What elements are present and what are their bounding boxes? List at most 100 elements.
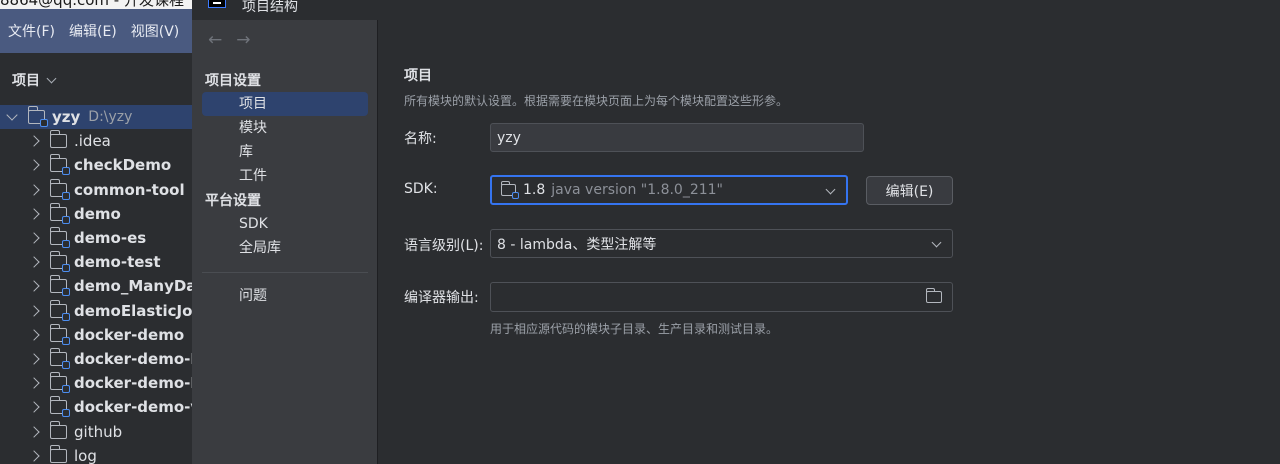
tree-row[interactable]: docker-demo [0, 323, 192, 347]
chevron-right-icon[interactable] [28, 232, 40, 244]
tree-row[interactable]: docker-demo-H [0, 371, 192, 395]
project-settings-panel: 项目 所有模块的默认设置。根据需要在模块页面上为每个模块配置这些形参。 名称: … [379, 20, 1280, 464]
tree-item-label: common-tool [74, 180, 185, 199]
compiler-output-input[interactable] [490, 282, 953, 312]
tree-row[interactable]: yzy D:\yzy [0, 105, 192, 130]
menu-view[interactable]: 视图(V) [131, 21, 180, 41]
chevron-right-icon[interactable] [28, 304, 40, 317]
chevron-right-icon[interactable] [28, 135, 40, 147]
chevron-right-icon[interactable] [28, 159, 40, 172]
tree-row[interactable]: demoElasticJob [0, 299, 192, 323]
language-level-dropdown[interactable]: 8 - lambda、类型注解等 [490, 229, 953, 258]
sidebar-item-problems[interactable]: 问题 [202, 284, 368, 308]
nav-arrows: ← → [208, 30, 251, 50]
menu-bar: 文件(F) 编辑(E) 视图(V) [0, 9, 192, 53]
tree-item-path: D:\yzy [88, 109, 133, 126]
tree-row[interactable]: demo_ManyData [0, 274, 192, 298]
group-platform-settings: 平台设置 [205, 193, 261, 209]
module-folder-icon [49, 323, 70, 345]
edit-sdk-button[interactable]: 编辑(E) [866, 176, 953, 205]
project-view-selector[interactable]: 项目 [12, 70, 57, 90]
chevron-down-icon[interactable] [6, 108, 18, 121]
tree-item-label: github [74, 422, 123, 441]
browse-folder-icon[interactable] [925, 288, 942, 303]
forward-arrow-icon[interactable]: → [236, 30, 250, 50]
sdk-detail: java version "1.8.0_211" [551, 182, 723, 198]
chevron-right-icon[interactable] [28, 280, 40, 293]
sidebar-item-global-libraries[interactable]: 全局库 [202, 236, 368, 260]
chevron-right-icon[interactable] [28, 450, 40, 462]
module-folder-icon [27, 106, 48, 128]
group-project-settings: 项目设置 [205, 73, 261, 89]
sidebar-item-sdk[interactable]: SDK [202, 212, 368, 236]
tree-item-label: demo_ManyData [74, 277, 192, 296]
tree-row[interactable]: demo-es [0, 226, 192, 250]
module-folder-icon [49, 227, 70, 249]
sdk-dropdown[interactable]: 1.8 java version "1.8.0_211" [490, 175, 848, 205]
tree-item-label: checkDemo [74, 156, 172, 175]
chevron-down-icon [931, 237, 942, 248]
tree-item-label: .idea [74, 132, 111, 151]
tree-row[interactable]: common-tool [0, 178, 192, 202]
module-folder-icon [49, 299, 70, 321]
module-folder-icon [49, 396, 70, 418]
chevron-right-icon[interactable] [28, 425, 40, 438]
module-folder-icon [49, 202, 70, 224]
project-name-value: yzy [497, 129, 521, 146]
menu-file[interactable]: 文件(F) [8, 21, 55, 41]
tree-row[interactable]: demo [0, 202, 192, 226]
chevron-right-icon[interactable] [28, 377, 40, 389]
tree-row[interactable]: log [0, 444, 192, 464]
panel-description: 所有模块的默认设置。根据需要在模块页面上为每个模块配置这些形参。 [404, 94, 789, 108]
language-level-value: 8 - lambda、类型注解等 [497, 236, 657, 253]
chevron-right-icon[interactable] [28, 208, 40, 220]
name-label: 名称: [404, 131, 437, 147]
chevron-right-icon[interactable] [28, 256, 40, 268]
tree-item-label: yzy [52, 108, 81, 127]
tree-row[interactable]: docker-demo-H [0, 347, 192, 371]
menu-edit[interactable]: 编辑(E) [69, 21, 117, 41]
window-title-fragment: 8864@qq.com - 开发课程 [0, 0, 192, 9]
chevron-right-icon[interactable] [28, 329, 40, 341]
back-arrow-icon[interactable]: ← [208, 30, 222, 50]
sidebar-item-libraries[interactable]: 库 [202, 140, 368, 164]
tree-item-label: log [74, 446, 97, 464]
language-level-label: 语言级别(L): [404, 238, 484, 254]
project-tree: yzy D:\yzy .idea checkDemo common-tool demo de… [0, 105, 192, 464]
folder-icon [49, 130, 67, 149]
sidebar-item-artifacts[interactable]: 工件 [202, 164, 368, 188]
tree-item-label: demo [74, 204, 121, 223]
chevron-right-icon[interactable] [28, 353, 40, 365]
tree-item-label: docker-demo-v2 [74, 398, 192, 417]
dialog-sidebar: ← → 项目设置 项目 模块 库 工件 平台设置 SDK 全局库 问题 [192, 20, 378, 464]
folder-icon [49, 444, 67, 463]
tree-row[interactable]: docker-demo-v2 [0, 395, 192, 419]
tree-row[interactable]: checkDemo [0, 153, 192, 177]
tree-item-label: demo-test [74, 253, 161, 272]
chevron-right-icon[interactable] [28, 183, 40, 196]
tree-row[interactable]: github [0, 419, 192, 443]
sdk-label: SDK: [404, 181, 438, 197]
tree-item-label: docker-demo [74, 325, 185, 344]
sdk-version: 1.8 [523, 182, 546, 198]
panel-title: 项目 [404, 68, 432, 84]
tree-row[interactable]: .idea [0, 129, 192, 153]
module-folder-icon [49, 347, 70, 369]
jdk-folder-icon [500, 181, 519, 199]
chevron-right-icon[interactable] [28, 401, 40, 414]
chevron-down-icon [825, 184, 836, 195]
folder-icon [49, 420, 67, 439]
dialog-titlebar: 项目结构 [192, 0, 1280, 20]
compiler-output-hint: 用于相应源代码的模块子目录、生产目录和测试目录。 [490, 322, 779, 336]
tree-item-label: demoElasticJob [74, 301, 192, 320]
module-folder-icon [49, 275, 70, 297]
ide-background: 8864@qq.com - 开发课程 文件(F) 编辑(E) 视图(V) 项目 … [0, 0, 192, 464]
sidebar-item-modules[interactable]: 模块 [202, 116, 368, 140]
project-name-input[interactable]: yzy [490, 123, 864, 152]
module-folder-icon [49, 251, 70, 273]
tree-row[interactable]: demo-test [0, 250, 192, 274]
tree-item-label: docker-demo-H [74, 349, 192, 368]
chevron-down-icon [46, 73, 57, 83]
compiler-output-label: 编译器输出: [404, 290, 479, 306]
sidebar-item-project[interactable]: 项目 [202, 92, 368, 116]
